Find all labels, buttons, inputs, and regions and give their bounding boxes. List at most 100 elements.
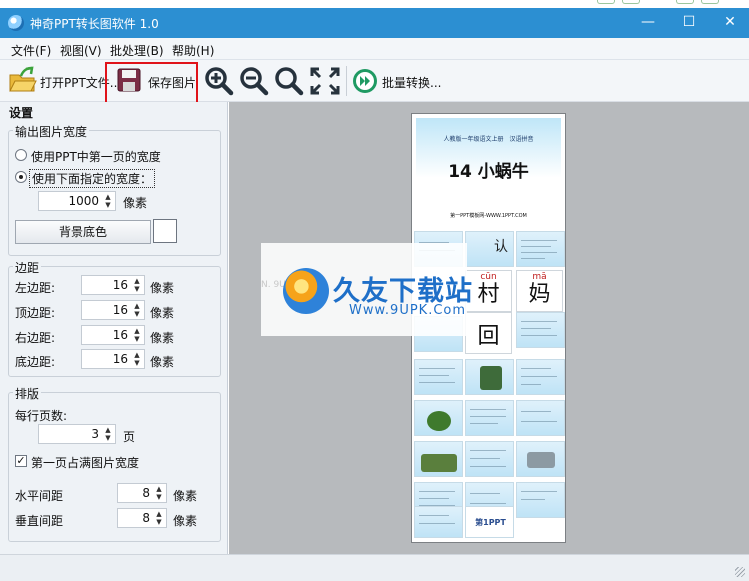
background-color-button[interactable]: 背景底色 xyxy=(15,220,151,244)
window-title: 神奇PPT转长图软件 1.0 xyxy=(30,17,159,31)
vertical-gap-label: 垂直间距 xyxy=(15,514,64,528)
width-value: 1000 xyxy=(68,194,99,208)
title-bar: 神奇PPT转长图软件 1.0 — ☐ ✕ xyxy=(0,8,749,38)
slide-thumb xyxy=(516,231,565,267)
resize-grip-icon[interactable] xyxy=(735,567,745,577)
menu-view[interactable]: 视图(V) xyxy=(60,42,102,59)
gap-unit: 像素 xyxy=(173,514,198,528)
specified-width-label[interactable]: 使用下面指定的宽度： xyxy=(29,169,156,188)
batch-convert-button[interactable]: 批量转换... xyxy=(352,63,442,99)
cover-lesson-title: 14 小蜗牛 xyxy=(448,162,529,182)
pinyin-label: mā xyxy=(532,272,547,282)
spin-arrows-icon[interactable]: ▲ ▼ xyxy=(103,193,113,209)
slide-thumb xyxy=(516,400,565,436)
slide-thumb xyxy=(465,441,514,477)
cover-slide: 人教版一年级语文上册 汉语拼音 14 小蜗牛 第一PPT模板网-WWW.1PPT… xyxy=(416,118,561,227)
maximize-button[interactable]: ☐ xyxy=(674,11,704,33)
horizontal-gap-value: 8 xyxy=(142,486,150,500)
first-page-width-label[interactable]: 使用PPT中第一页的宽度 xyxy=(31,148,161,165)
horizontal-gap-spinbox[interactable]: 8 ▲ ▼ xyxy=(117,483,167,503)
spin-arrows-icon[interactable]: ▲ ▼ xyxy=(154,485,164,501)
char-label: 村 xyxy=(477,282,500,307)
left-margin-spinbox[interactable]: 16 ▲ ▼ xyxy=(81,275,145,295)
zoom-out-icon[interactable] xyxy=(239,66,269,96)
margin-unit: 像素 xyxy=(150,281,175,295)
slide-thumb xyxy=(516,482,565,518)
radio-specified-width[interactable] xyxy=(15,171,27,183)
watermark-url: Www.9UPK.Com xyxy=(349,303,467,318)
vertical-gap-spinbox[interactable]: 8 ▲ ▼ xyxy=(117,508,167,528)
slide-thumb: 认 xyxy=(465,231,514,267)
bottom-margin-label: 底边距: xyxy=(15,355,56,369)
folder-open-icon xyxy=(9,66,37,92)
menu-batch[interactable]: 批处理(B) xyxy=(110,42,164,59)
right-margin-label: 右边距: xyxy=(15,331,56,345)
top-nub xyxy=(676,0,694,4)
top-margin-spinbox[interactable]: 16 ▲ ▼ xyxy=(81,300,145,320)
slide-thumb xyxy=(516,359,565,395)
radio-first-page-width[interactable] xyxy=(15,149,27,161)
margin-unit: 像素 xyxy=(150,331,175,345)
width-unit: 像素 xyxy=(123,196,148,210)
spin-arrows-icon[interactable]: ▲ ▼ xyxy=(132,351,142,367)
close-button[interactable]: ✕ xyxy=(715,11,745,33)
slide-thumb xyxy=(414,400,463,436)
bottom-margin-value: 16 xyxy=(112,352,128,366)
settings-title: 设置 xyxy=(9,106,34,120)
bottom-margin-spinbox[interactable]: 16 ▲ ▼ xyxy=(81,349,145,369)
end-slide: 第1PPT xyxy=(465,506,514,538)
layout-title: 排版 xyxy=(13,385,42,402)
slide-thumb xyxy=(414,359,463,395)
slide-char: 认 xyxy=(494,239,508,255)
top-margin-value: 16 xyxy=(112,303,128,317)
open-ppt-button[interactable]: 打开PPT文件.. xyxy=(6,63,117,99)
pages-per-row-spinbox[interactable]: 3 ▲ ▼ xyxy=(38,424,116,444)
toolbar-separator xyxy=(346,66,347,96)
char-card: mā 妈 xyxy=(516,270,563,312)
vertical-gap-value: 8 xyxy=(142,511,150,525)
gap-unit: 像素 xyxy=(173,489,198,503)
zoom-actual-size-icon[interactable] xyxy=(274,66,304,96)
first-page-full-label[interactable]: 第一页占满图片宽度 xyxy=(31,454,139,471)
char-label: 妈 xyxy=(528,282,551,307)
watermark-logo-icon xyxy=(283,268,329,314)
output-width-title: 输出图片宽度 xyxy=(13,123,90,140)
top-nub xyxy=(622,0,640,4)
watermark-overlay: N. 9UPK. COM 久友下载站 Www.9UPK.Com xyxy=(261,243,472,336)
app-icon xyxy=(8,15,24,31)
char-label: 回 xyxy=(477,324,500,349)
right-margin-value: 16 xyxy=(112,328,128,342)
zoom-in-icon[interactable] xyxy=(204,66,234,96)
save-button-highlight xyxy=(105,62,198,104)
menu-file[interactable]: 文件(F) xyxy=(11,42,51,59)
settings-panel: 设置 输出图片宽度 使用PPT中第一页的宽度 使用下面指定的宽度： 1000 ▲… xyxy=(0,102,228,554)
pages-unit: 页 xyxy=(123,430,136,444)
margin-unit: 像素 xyxy=(150,306,175,320)
pages-per-row-value: 3 xyxy=(91,427,99,441)
window-top-strip xyxy=(0,0,749,8)
spin-arrows-icon[interactable]: ▲ ▼ xyxy=(132,277,142,293)
cover-site: 第一PPT模板网-WWW.1PPT.COM xyxy=(450,213,527,219)
end-slide-banner: 第1PPT xyxy=(475,518,506,527)
top-nub xyxy=(701,0,719,4)
first-page-full-checkbox[interactable]: ✓ xyxy=(15,455,27,467)
spin-arrows-icon[interactable]: ▲ ▼ xyxy=(132,302,142,318)
background-color-swatch[interactable] xyxy=(153,219,177,243)
slide-thumb xyxy=(414,441,463,477)
slide-thumb xyxy=(516,441,565,477)
minimize-button[interactable]: — xyxy=(633,11,663,33)
status-bar xyxy=(0,554,749,581)
spin-arrows-icon[interactable]: ▲ ▼ xyxy=(132,327,142,343)
fit-window-icon[interactable] xyxy=(310,67,340,95)
menu-help[interactable]: 帮助(H) xyxy=(172,42,214,59)
batch-play-icon xyxy=(353,69,377,93)
spin-arrows-icon[interactable]: ▲ ▼ xyxy=(154,510,164,526)
top-margin-label: 顶边距: xyxy=(15,306,56,320)
margin-unit: 像素 xyxy=(150,355,175,369)
slide-thumb xyxy=(516,312,565,348)
cover-header: 人教版一年级语文上册 汉语拼音 xyxy=(443,136,534,143)
right-margin-spinbox[interactable]: 16 ▲ ▼ xyxy=(81,325,145,345)
width-spinbox[interactable]: 1000 ▲ ▼ xyxy=(38,191,116,211)
slide-thumb xyxy=(414,506,463,538)
spin-arrows-icon[interactable]: ▲ ▼ xyxy=(103,426,113,442)
